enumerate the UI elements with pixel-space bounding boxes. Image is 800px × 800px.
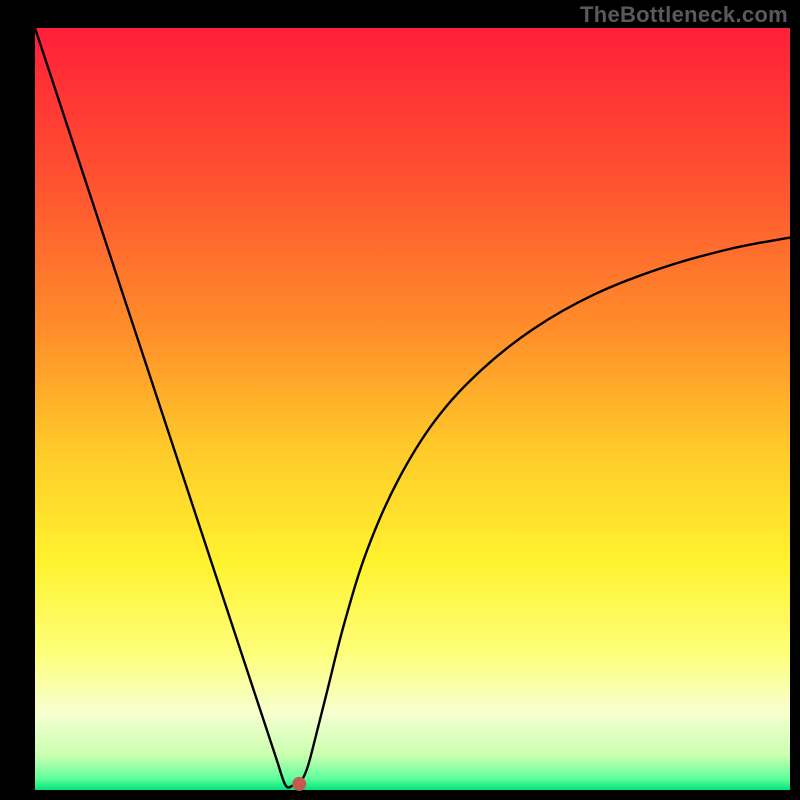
bottleneck-chart [0,0,800,800]
chart-frame: TheBottleneck.com [0,0,800,800]
plot-background [35,28,790,790]
minimum-marker [292,777,306,791]
